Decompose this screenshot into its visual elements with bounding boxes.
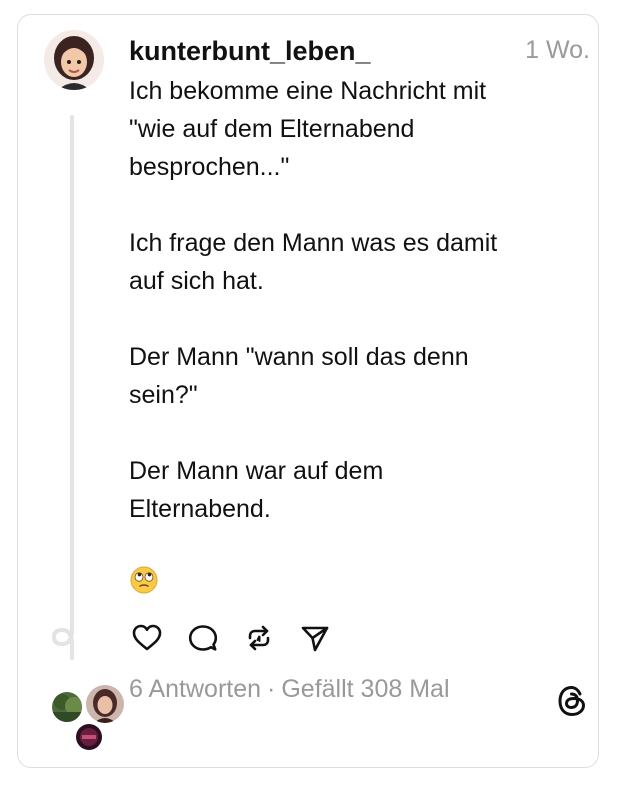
text-line: auf sich hat. bbox=[129, 267, 264, 295]
thread-line bbox=[70, 115, 74, 625]
post-timestamp[interactable]: 1 Wo. bbox=[525, 36, 590, 65]
reply-button[interactable] bbox=[185, 620, 221, 656]
like-button[interactable] bbox=[129, 620, 165, 656]
author-avatar[interactable] bbox=[44, 30, 104, 90]
text-line: sein?" bbox=[129, 381, 198, 409]
post-text: Ich bekomme eine Nachricht mit "wie auf … bbox=[129, 72, 569, 528]
threads-logo-icon[interactable] bbox=[554, 683, 590, 719]
rolling-eyes-emoji-icon bbox=[130, 566, 158, 594]
post-stats: 6 Antworten · Gefällt 308 Mal bbox=[129, 675, 450, 704]
paragraph-4: Der Mann war auf dem Elternabend. bbox=[129, 452, 569, 528]
share-button[interactable] bbox=[297, 620, 333, 656]
paragraph-1: Ich bekomme eine Nachricht mit "wie auf … bbox=[129, 72, 569, 186]
text-line: "wie auf dem Elternabend bbox=[129, 115, 415, 143]
text-line: Ich bekomme eine Nachricht mit bbox=[129, 77, 487, 105]
paragraph-3: Der Mann "wann soll das denn sein?" bbox=[129, 338, 569, 414]
action-bar bbox=[129, 620, 333, 654]
author-username[interactable]: kunterbunt_leben_ bbox=[129, 36, 371, 67]
text-line: Ich frage den Mann was es damit bbox=[129, 229, 498, 257]
paragraph-2: Ich frage den Mann was es damit auf sich… bbox=[129, 224, 569, 300]
text-line: Elternabend. bbox=[129, 495, 271, 523]
replies-count[interactable]: 6 Antworten bbox=[129, 675, 261, 703]
comment-icon bbox=[188, 625, 218, 651]
repost-icon bbox=[248, 625, 270, 651]
text-line: Der Mann "wann soll das denn bbox=[129, 343, 469, 371]
heart-icon bbox=[132, 624, 162, 651]
likes-count[interactable]: Gefällt 308 Mal bbox=[281, 675, 449, 703]
repost-button[interactable] bbox=[241, 620, 277, 656]
text-line: besprochen..." bbox=[129, 153, 290, 181]
thread-loop-icon bbox=[51, 610, 74, 660]
reply-avatar[interactable] bbox=[50, 690, 84, 724]
reply-avatar[interactable] bbox=[74, 722, 104, 752]
reply-avatar[interactable] bbox=[84, 683, 126, 725]
send-icon bbox=[301, 626, 329, 652]
stats-separator: · bbox=[267, 675, 276, 703]
text-line: Der Mann war auf dem bbox=[129, 457, 384, 485]
